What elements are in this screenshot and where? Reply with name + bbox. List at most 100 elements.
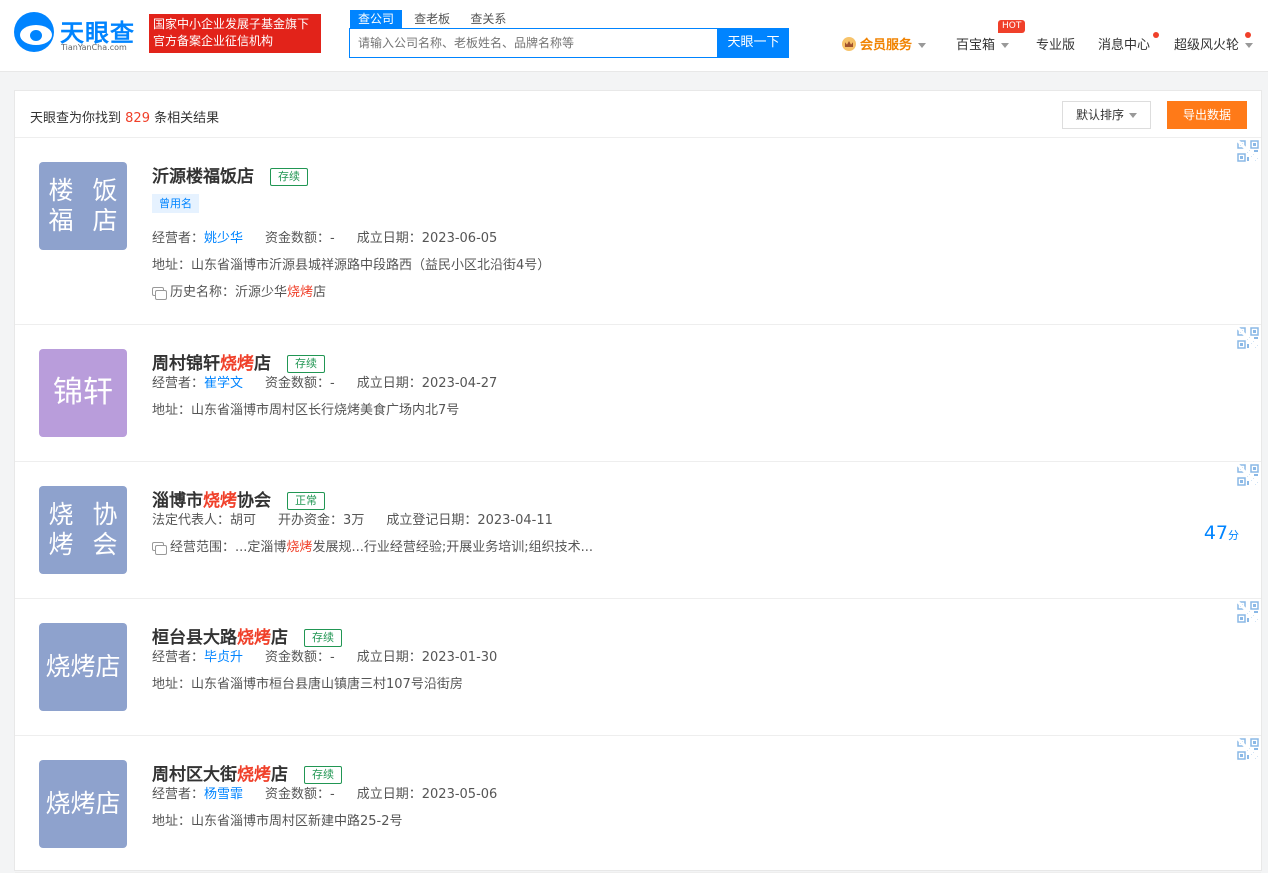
copy-icon [152, 542, 167, 555]
company-info-row: 经营者：毕贞升 资金数额：- 成立日期：2023-01-30 [152, 646, 497, 665]
company-name-link[interactable]: 沂源楼福饭店 存续 [152, 162, 308, 187]
info-value: 2023-06-05 [421, 231, 498, 246]
info-value: - [330, 231, 335, 246]
extra-info-row: 历史名称：沂源少华烧烤店 [152, 281, 326, 300]
text-part: ...定淄博 [235, 540, 287, 555]
text-part: 周村区大街 [152, 765, 237, 785]
address-row: 地址：山东省淄博市周村区长行烧烤美食广场内北7号 [152, 399, 459, 418]
message-center-link[interactable]: 消息中心 [1098, 34, 1150, 53]
status-badge: 正常 [287, 492, 325, 510]
results-count-text: 天眼查为你找到 829 条相关结果 [30, 107, 219, 126]
search-input[interactable] [349, 28, 718, 58]
company-info-row: 经营者：崔学文 资金数额：- 成立日期：2023-04-27 [152, 372, 497, 391]
company-card[interactable]: 楼福 饭店 沂源楼福饭店 存续 曾用名 经营者：姚少华 资金数额：- 成立日期：2023-06… [15, 138, 1261, 325]
company-info-row: 经营者：杨雪霏 资金数额：- 成立日期：2023-05-06 [152, 783, 497, 802]
company-name-link[interactable]: 桓台县大路烧烤店 存续 [152, 623, 342, 648]
address-label: 地址： [152, 258, 192, 273]
info-label: 成立日期： [356, 650, 422, 665]
score-value: 47 [1203, 522, 1228, 544]
address-value: 山东省淄博市周村区长行烧烤美食广场内北7号 [191, 403, 460, 418]
info-value: 2023-04-27 [421, 376, 498, 391]
user-notification-dot [1245, 32, 1251, 38]
logo-subtext: TianYanCha.com [61, 43, 127, 52]
address-value: 山东省淄博市桓台县唐山镇唐三村107号沿街房 [191, 677, 463, 692]
person-link[interactable]: 杨雪霏 [204, 787, 243, 802]
avatar-text-line: 烧烤 [48, 500, 74, 559]
qr-code-icon[interactable] [1237, 601, 1259, 623]
tab-search-boss[interactable]: 查老板 [406, 10, 458, 28]
company-avatar[interactable]: 烧烤店 [39, 760, 127, 848]
extra-info-row: 经营范围：...定淄博烧烤发展规...行业经营经验;开展业务培训;组织技术... [152, 536, 593, 555]
qr-code-icon[interactable] [1237, 140, 1259, 162]
info-label: 资金数额： [265, 650, 331, 665]
company-name-link[interactable]: 淄博市烧烤协会 正常 [152, 486, 325, 511]
extra-label: 经营范围： [170, 540, 236, 555]
sort-dropdown[interactable]: 默认排序 [1062, 101, 1151, 129]
info-label: 经营者： [152, 650, 205, 665]
keyword-highlight: 烧烤 [287, 285, 314, 300]
company-avatar[interactable]: 楼福 饭店 [39, 162, 127, 250]
search-tabs: 查公司 查老板 查关系 [350, 10, 514, 28]
results-header: 天眼查为你找到 829 条相关结果 默认排序 导出数据 [15, 91, 1261, 138]
address-row: 地址：山东省淄博市桓台县唐山镇唐三村107号沿街房 [152, 673, 463, 692]
qr-code-icon[interactable] [1237, 327, 1259, 349]
qr-code-icon[interactable] [1237, 464, 1259, 486]
text-part: 店 [254, 354, 271, 374]
tab-search-company[interactable]: 查公司 [350, 10, 403, 28]
text-part: 店 [271, 628, 288, 648]
text-part: 协会 [237, 491, 271, 511]
sort-label: 默认排序 [1075, 108, 1124, 122]
extra-label: 历史名称： [170, 285, 236, 300]
treasure-box-label: 百宝箱 [956, 38, 996, 53]
company-info-row: 法定代表人：胡可 开办资金：3万 成立登记日期：2023-04-11 [152, 509, 553, 528]
company-avatar[interactable]: 烧烤店 [39, 623, 127, 711]
person-link[interactable]: 崔学文 [204, 376, 243, 391]
chevron-down-icon [1129, 113, 1137, 118]
info-value: 2023-01-30 [421, 650, 498, 665]
info-label: 经营者： [152, 376, 205, 391]
official-badge[interactable]: 国家中小企业发展子基金旗下 官方备案企业征信机构 [149, 14, 321, 53]
company-avatar[interactable]: 锦轩 [39, 349, 127, 437]
company-card[interactable]: 锦轩 周村锦轩烧烤店 存续 经营者：崔学文 资金数额：- 成立日期：2023-04-27 地… [15, 325, 1261, 462]
avatar-text-line: 烧烤店 [45, 789, 121, 818]
chevron-down-icon [918, 43, 927, 48]
info-value: 3万 [343, 513, 365, 528]
former-name-tag[interactable]: 曾用名 [152, 194, 199, 213]
text-part: 淄博市 [152, 491, 203, 511]
company-card[interactable]: 烧烤店 周村区大街烧烤店 存续 经营者：杨雪霏 资金数额：- 成立日期：2023-05-0… [15, 736, 1261, 873]
keyword-highlight: 烧烤 [237, 765, 271, 785]
person-link[interactable]: 姚少华 [204, 231, 243, 246]
keyword-highlight: 烧烤 [286, 540, 313, 555]
address-label: 地址： [152, 677, 192, 692]
company-card[interactable]: 烧烤 协会 淄博市烧烤协会 正常 法定代表人：胡可 开办资金：3万 成立登记日期：2023-… [15, 462, 1261, 599]
avatar-text-line: 烧烤店 [45, 652, 121, 681]
vip-service-menu[interactable]: 会员服务 [842, 34, 927, 53]
info-label: 法定代表人： [152, 513, 231, 528]
info-label: 成立登记日期： [386, 513, 478, 528]
info-label: 开办资金： [278, 513, 344, 528]
qr-code-icon[interactable] [1237, 738, 1259, 760]
score-display: 47分 [1204, 522, 1239, 544]
found-prefix: 天眼查为你找到 [30, 111, 122, 126]
info-label: 成立日期： [356, 231, 422, 246]
found-suffix: 条相关结果 [154, 111, 220, 126]
username-label: 超级风火轮 [1174, 38, 1240, 53]
pro-version-link[interactable]: 专业版 [1036, 34, 1075, 53]
company-avatar[interactable]: 烧烤 协会 [39, 486, 127, 574]
user-menu[interactable]: 超级风火轮 [1174, 34, 1254, 53]
text-part: 沂源少华 [235, 285, 288, 300]
search-button[interactable]: 天眼一下 [718, 28, 789, 58]
treasure-box-menu[interactable]: 百宝箱 [956, 34, 1010, 53]
person-link[interactable]: 毕贞升 [204, 650, 243, 665]
status-badge: 存续 [304, 629, 342, 647]
company-name-link[interactable]: 周村区大街烧烤店 存续 [152, 760, 342, 785]
keyword-highlight: 烧烤 [220, 354, 254, 374]
company-name-link[interactable]: 周村锦轩烧烤店 存续 [152, 349, 325, 374]
address-value: 山东省淄博市周村区新建中路25-2号 [191, 814, 403, 829]
export-data-button[interactable]: 导出数据 [1167, 101, 1247, 129]
status-badge: 存续 [304, 766, 342, 784]
eye-logo-icon [14, 12, 54, 52]
tianyancha-logo[interactable]: 天眼查 TianYanCha.com [14, 12, 140, 54]
company-card[interactable]: 烧烤店 桓台县大路烧烤店 存续 经营者：毕贞升 资金数额：- 成立日期：2023-01-3… [15, 599, 1261, 736]
tab-search-relation[interactable]: 查关系 [462, 10, 514, 28]
